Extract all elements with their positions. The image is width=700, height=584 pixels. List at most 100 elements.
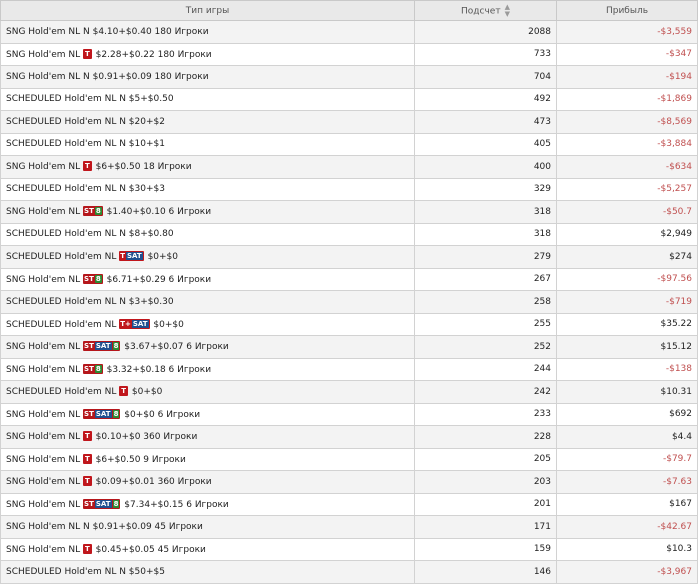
table-row[interactable]: SNG Hold'em NL T $6+$0.50 9 Игроки 205 -$7… xyxy=(0,447,698,471)
cell-count: 205 xyxy=(414,447,557,471)
cell-game-type: SCHEDULED Hold'em NL N $50+$5 xyxy=(0,560,415,584)
game-prefix: SCHEDULED Hold'em NL N xyxy=(6,184,126,195)
game-stakes: $20+$2 xyxy=(125,116,165,127)
table-row[interactable]: SNG Hold'em NL ST SAT 8 $7.34+$0.15 6 Игро… xyxy=(0,492,698,516)
cell-profit: $15.12 xyxy=(556,335,698,359)
cell-game-type: SCHEDULED Hold'em NL N $10+$1 xyxy=(0,132,415,156)
table-row[interactable]: SNG Hold'em NL T $0.09+$0.01 360 Игроки 2… xyxy=(0,470,698,494)
cell-game-type: SNG Hold'em NL ST SAT 8 $7.34+$0.15 6 Игро… xyxy=(0,492,415,516)
game-prefix: SNG Hold'em NL xyxy=(6,162,81,173)
game-prefix: SNG Hold'em NL N xyxy=(6,71,90,82)
table-row[interactable]: SCHEDULED Hold'em NL N $30+$3 329 -$5,257 xyxy=(0,177,698,201)
cell-game-type: SNG Hold'em NL N $0.91+$0.09 45 Игроки xyxy=(0,515,415,539)
table-row[interactable]: SNG Hold'em NL ST 8 $1.40+$0.10 6 Игроки 3… xyxy=(0,200,698,224)
game-prefix: SNG Hold'em NL xyxy=(6,342,81,353)
table-row[interactable]: SNG Hold'em NL N $4.10+$0.40 180 Игроки 2… xyxy=(0,20,698,44)
cell-profit: -$97.56 xyxy=(556,267,698,291)
cell-count: 329 xyxy=(414,177,557,201)
table-row[interactable]: SNG Hold'em NL ST 8 $3.32+$0.18 6 Игроки 2… xyxy=(0,357,698,381)
game-prefix: SCHEDULED Hold'em NL N xyxy=(6,94,126,105)
table-row[interactable]: SNG Hold'em NL N $0.91+$0.09 45 Игроки 17… xyxy=(0,515,698,539)
cell-count: 405 xyxy=(414,132,557,156)
table-row[interactable]: SCHEDULED Hold'em NL N $3+$0.30 258 -$719 xyxy=(0,290,698,314)
game-prefix: SNG Hold'em NL xyxy=(6,454,81,465)
super-turbo-8-badge-icon: ST 8 xyxy=(83,363,103,374)
game-prefix: SNG Hold'em NL xyxy=(6,477,81,488)
table-row[interactable]: SNG Hold'em NL ST SAT 8 $0+$0 6 Игроки 233 $… xyxy=(0,402,698,426)
column-header-profit[interactable]: Прибыль xyxy=(556,0,698,21)
column-header-count[interactable]: Подсчет ▲ ▼ xyxy=(414,0,557,21)
cell-profit: $692 xyxy=(556,402,698,426)
cell-game-type: SCHEDULED Hold'em NL N $30+$3 xyxy=(0,177,415,201)
table-row[interactable]: SNG Hold'em NL T $0.10+$0 360 Игроки 228 $… xyxy=(0,425,698,449)
sort-arrows-icon: ▲ ▼ xyxy=(504,2,510,18)
cell-count: 242 xyxy=(414,380,557,404)
cell-count: 279 xyxy=(414,245,557,269)
results-table: Тип игры Подсчет ▲ ▼ Прибыль SNG Hold'em N… xyxy=(0,0,698,584)
header-row: Тип игры Подсчет ▲ ▼ Прибыль xyxy=(0,0,698,21)
game-stakes: $3+$0.30 xyxy=(125,296,174,307)
cell-game-type: SNG Hold'em NL T $0.45+$0.05 45 Игроки xyxy=(0,537,415,561)
table-row[interactable]: SNG Hold'em NL T $6+$0.50 18 Игроки 400 -$… xyxy=(0,155,698,179)
cell-profit: -$347 xyxy=(556,42,698,66)
table-row[interactable]: SCHEDULED Hold'em NL N $5+$0.50 492 -$1,86… xyxy=(0,87,698,111)
game-stakes: $0+$0 xyxy=(129,387,163,398)
turbo-badge-icon: T xyxy=(119,386,128,397)
cell-profit: -$634 xyxy=(556,155,698,179)
game-prefix: SCHEDULED Hold'em NL N xyxy=(6,116,126,127)
table-row[interactable]: SCHEDULED Hold'em NL T+ SAT $0+$0 255 $35.2… xyxy=(0,312,698,336)
cell-profit: -$3,884 xyxy=(556,132,698,156)
game-prefix: SNG Hold'em NL xyxy=(6,544,81,555)
table-row[interactable]: SCHEDULED Hold'em NL N $10+$1 405 -$3,884 xyxy=(0,132,698,156)
cell-game-type: SCHEDULED Hold'em NL N $8+$0.80 xyxy=(0,222,415,246)
cell-profit: $10.3 xyxy=(556,537,698,561)
game-prefix: SCHEDULED Hold'em NL N xyxy=(6,139,126,150)
table-row[interactable]: SNG Hold'em NL N $0.91+$0.09 180 Игроки 7… xyxy=(0,65,698,89)
game-stakes: $0+$0 6 Игроки xyxy=(121,409,201,420)
table-row[interactable]: SCHEDULED Hold'em NL N $20+$2 473 -$8,569 xyxy=(0,110,698,134)
cell-game-type: SNG Hold'em NL ST SAT 8 $3.67+$0.07 6 Игро… xyxy=(0,335,415,359)
game-stakes: $0.45+$0.05 45 Игроки xyxy=(92,544,206,555)
cell-game-type: SNG Hold'em NL T $6+$0.50 18 Игроки xyxy=(0,155,415,179)
cell-game-type: SNG Hold'em NL N $4.10+$0.40 180 Игроки xyxy=(0,20,415,44)
game-stakes: $4.10+$0.40 180 Игроки xyxy=(89,26,209,37)
cell-game-type: SCHEDULED Hold'em NL N $3+$0.30 xyxy=(0,290,415,314)
game-prefix: SNG Hold'em NL xyxy=(6,364,81,375)
table-row[interactable]: SNG Hold'em NL ST 8 $6.71+$0.29 6 Игроки 2… xyxy=(0,267,698,291)
super-turbo-8-badge-icon: ST 8 xyxy=(83,273,103,284)
cell-count: 258 xyxy=(414,290,557,314)
column-header-game-type[interactable]: Тип игры xyxy=(0,0,415,21)
table-row[interactable]: SNG Hold'em NL T $2.28+$0.22 180 Игроки 7… xyxy=(0,42,698,66)
cell-count: 228 xyxy=(414,425,557,449)
table-row[interactable]: SNG Hold'em NL T $0.45+$0.05 45 Игроки 15… xyxy=(0,537,698,561)
turbo-badge-icon: T xyxy=(83,161,92,172)
cell-game-type: SNG Hold'em NL ST 8 $1.40+$0.10 6 Игроки xyxy=(0,200,415,224)
turbo-badge-icon: T xyxy=(83,431,92,442)
cell-profit: -$5,257 xyxy=(556,177,698,201)
cell-profit: $10.31 xyxy=(556,380,698,404)
game-prefix: SCHEDULED Hold'em NL xyxy=(6,319,117,330)
table-row[interactable]: SCHEDULED Hold'em NL N $8+$0.80 318 $2,949 xyxy=(0,222,698,246)
table-row[interactable]: SNG Hold'em NL ST SAT 8 $3.67+$0.07 6 Игро… xyxy=(0,335,698,359)
table-row[interactable]: SCHEDULED Hold'em NL T SAT $0+$0 279 $274 xyxy=(0,245,698,269)
cell-game-type: SNG Hold'em NL N $0.91+$0.09 180 Игроки xyxy=(0,65,415,89)
cell-game-type: SNG Hold'em NL ST 8 $6.71+$0.29 6 Игроки xyxy=(0,267,415,291)
game-prefix: SNG Hold'em NL xyxy=(6,432,81,443)
cell-profit: $167 xyxy=(556,492,698,516)
cell-profit: -$1,869 xyxy=(556,87,698,111)
cell-profit: -$7.63 xyxy=(556,470,698,494)
cell-profit: $4.4 xyxy=(556,425,698,449)
cell-count: 201 xyxy=(414,492,557,516)
turbo-badge-icon: T xyxy=(83,543,92,554)
table-row[interactable]: SCHEDULED Hold'em NL T $0+$0 242 $10.31 xyxy=(0,380,698,404)
game-prefix: SNG Hold'em NL xyxy=(6,409,81,420)
game-prefix: SNG Hold'em NL xyxy=(6,207,81,218)
cell-profit: $35.22 xyxy=(556,312,698,336)
cell-game-type: SCHEDULED Hold'em NL N $20+$2 xyxy=(0,110,415,134)
table-row[interactable]: SCHEDULED Hold'em NL N $50+$5 146 -$3,967 xyxy=(0,560,698,584)
game-prefix: SNG Hold'em NL N xyxy=(6,521,90,532)
turbo-badge-icon: T xyxy=(83,476,92,487)
cell-count: 252 xyxy=(414,335,557,359)
cell-count: 255 xyxy=(414,312,557,336)
game-prefix: SCHEDULED Hold'em NL xyxy=(6,387,117,398)
